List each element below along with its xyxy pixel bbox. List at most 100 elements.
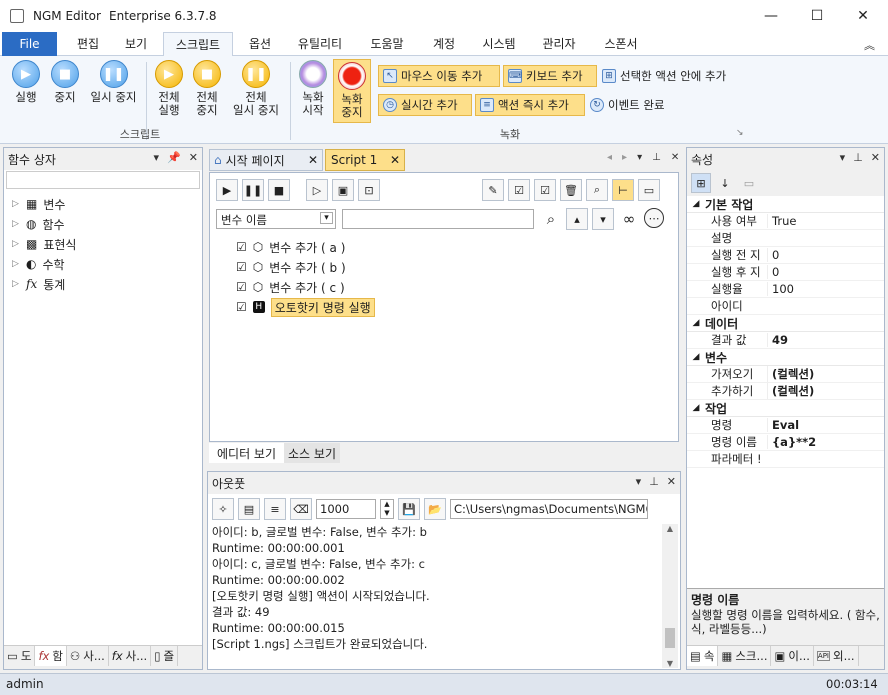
menu-options[interactable]: 옵션: [240, 32, 280, 56]
collapse-icon[interactable]: ◢: [687, 199, 705, 209]
property-row[interactable]: 명령 이름 {a}**2: [687, 434, 884, 451]
search-icon[interactable]: ⌕: [540, 208, 562, 230]
tab-image[interactable]: ▣ 이...: [771, 646, 814, 666]
spinner-icon[interactable]: ▲ ▼: [380, 499, 394, 519]
pause-button[interactable]: ❚❚ 일시 중지: [86, 60, 141, 104]
tab-toolbox[interactable]: ▭ 도: [4, 646, 36, 666]
collapse-ribbon-icon[interactable]: ︽: [864, 37, 875, 53]
close-icon[interactable]: ✕: [667, 475, 676, 488]
menu-view[interactable]: 보기: [116, 32, 156, 56]
menu-script[interactable]: 스크립트: [163, 32, 233, 57]
tab-favorites[interactable]: ▯ 즐: [151, 646, 179, 666]
check-all-icon[interactable]: ☑: [508, 179, 530, 201]
menu-help[interactable]: 도움말: [362, 32, 412, 56]
checkbox-icon[interactable]: ☑: [236, 280, 247, 294]
dropdown-icon[interactable]: ▾: [840, 151, 846, 164]
tab-user-function[interactable]: fx 사...: [109, 646, 152, 666]
minimize-button[interactable]: —: [748, 0, 794, 32]
tab-properties[interactable]: ▤ 속: [687, 646, 719, 666]
property-value[interactable]: True: [767, 214, 796, 228]
scroll-up-icon[interactable]: ▲: [662, 524, 678, 533]
keyboard-button[interactable]: ⌨ 키보드 추가: [503, 65, 597, 87]
tree-item-statistics[interactable]: ▷ fx 통계: [12, 274, 194, 294]
menu-admin[interactable]: 관리자: [534, 32, 584, 56]
menu-system[interactable]: 시스템: [474, 32, 524, 56]
property-category[interactable]: ◢ 데이터: [687, 315, 884, 332]
step-icon[interactable]: ▷: [306, 179, 328, 201]
menu-edit[interactable]: 편집: [68, 32, 108, 56]
pin-icon[interactable]: ⊥: [853, 151, 863, 164]
tab-source-view[interactable]: 소스 보기: [284, 443, 340, 463]
close-icon[interactable]: ✕: [871, 151, 880, 164]
menu-utility[interactable]: 유틸리티: [290, 32, 350, 56]
property-row[interactable]: 명령 Eval: [687, 417, 884, 434]
arrow-up-icon[interactable]: ▴: [566, 208, 588, 230]
collapse-icon[interactable]: ◢: [687, 318, 705, 328]
arrow-down-icon[interactable]: ▾: [592, 208, 614, 230]
categorized-icon[interactable]: ⊞: [691, 173, 711, 193]
event-done-button[interactable]: ↻ 이벤트 완료: [586, 94, 686, 116]
instant-action-button[interactable]: ≡ 액션 즉시 추가: [475, 94, 585, 116]
checkbox-icon[interactable]: ☑: [236, 260, 247, 274]
property-row[interactable]: 실행 전 지 0: [687, 247, 884, 264]
run-selected-icon[interactable]: ▣: [332, 179, 354, 201]
computer-icon[interactable]: ▭: [638, 179, 660, 201]
run-all-button[interactable]: ▶ 전체 실행: [152, 60, 186, 117]
property-value[interactable]: (컬렉션): [767, 366, 814, 382]
property-row[interactable]: 아이디: [687, 298, 884, 315]
pause-all-button[interactable]: ❚❚ 전체 일시 중지: [228, 60, 284, 117]
mouse-move-button[interactable]: ↖ 마우스 이동 추가: [378, 65, 500, 87]
checkbox-icon[interactable]: ☑: [236, 240, 247, 254]
tab-external[interactable]: API 외...: [814, 646, 859, 666]
infinity-icon[interactable]: ∞: [618, 208, 640, 230]
scroll-down-icon[interactable]: ▼: [662, 659, 678, 668]
more-icon[interactable]: ⋯: [644, 208, 664, 228]
maximize-button[interactable]: ☐: [794, 0, 840, 32]
property-value[interactable]: 0: [767, 248, 779, 262]
tab-script-1[interactable]: Script 1 ✕: [325, 149, 405, 171]
tree-item-variable[interactable]: ▷ ▦ 변수: [12, 194, 194, 214]
pause-icon[interactable]: ❚❚: [242, 179, 264, 201]
search-icon[interactable]: ⌕: [586, 179, 608, 201]
tab-function[interactable]: fx 함: [35, 646, 67, 666]
menu-sponsor[interactable]: 스폰서: [596, 32, 646, 56]
pin-icon[interactable]: 📌: [167, 151, 181, 164]
realtime-button[interactable]: ◷ 실시간 추가: [378, 94, 472, 116]
tab-start-page[interactable]: ⌂ 시작 페이지 ✕: [209, 149, 323, 171]
property-row[interactable]: 추가하기 (컬렉션): [687, 383, 884, 400]
close-button[interactable]: ✕: [840, 0, 886, 32]
property-value[interactable]: 49: [767, 333, 788, 347]
run-from-icon[interactable]: ⊡: [358, 179, 380, 201]
checkbox-icon[interactable]: ☑: [236, 300, 247, 314]
add-in-selected-button[interactable]: ⊞ 선택한 액션 안에 추가: [598, 65, 748, 87]
edit-icon[interactable]: ✎: [482, 179, 504, 201]
dropdown-icon[interactable]: ▾: [637, 152, 642, 163]
play-icon[interactable]: ▶: [216, 179, 238, 201]
action-item[interactable]: ☑ ⬡ 변수 추가 ( b ): [236, 257, 375, 277]
clean-icon[interactable]: ✧: [212, 498, 234, 520]
variable-name-select[interactable]: 변수 이름 ▾: [216, 209, 336, 229]
property-category[interactable]: ◢ 작업: [687, 400, 884, 417]
collapse-icon[interactable]: ◢: [687, 403, 705, 413]
record-stop-button[interactable]: 녹화 중지: [333, 59, 371, 123]
close-icon[interactable]: ✕: [308, 153, 318, 167]
stop-icon[interactable]: ■: [268, 179, 290, 201]
tab-editor-view[interactable]: 에디터 보기: [209, 443, 285, 463]
property-value[interactable]: 100: [767, 282, 794, 296]
tree-view-icon[interactable]: ⊢: [612, 179, 634, 201]
property-row[interactable]: 실행율 100: [687, 281, 884, 298]
collapse-icon[interactable]: ◢: [687, 352, 705, 362]
property-pages-icon[interactable]: ▭: [739, 173, 759, 193]
sort-az-icon[interactable]: ↓: [715, 173, 735, 193]
run-button[interactable]: ▶ 실행: [8, 60, 44, 104]
wrap-icon[interactable]: ≡: [264, 498, 286, 520]
property-value[interactable]: 0: [767, 265, 779, 279]
next-tab-icon[interactable]: ▸: [622, 152, 627, 163]
tree-item-function[interactable]: ▷ ◍ 함수: [12, 214, 194, 234]
output-scrollbar[interactable]: ▲ ▼: [662, 524, 678, 668]
property-row[interactable]: 사용 여부 True: [687, 213, 884, 230]
line-count-input[interactable]: 1000: [316, 499, 376, 519]
save-icon[interactable]: 💾: [398, 498, 420, 520]
scroll-thumb[interactable]: [665, 628, 675, 648]
property-value[interactable]: {a}**2: [767, 435, 816, 449]
